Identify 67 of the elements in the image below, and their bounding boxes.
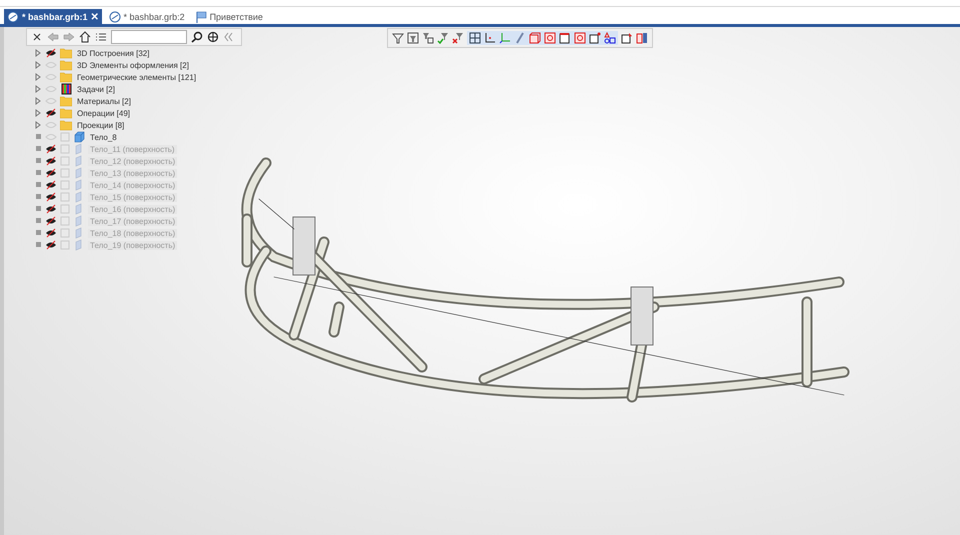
hidden-eye-icon (45, 156, 57, 166)
tree-item[interactable]: 3D Элементы оформления [2] (75, 60, 191, 70)
box-outline-icon (60, 155, 70, 167)
hidden-eye-icon (45, 48, 57, 58)
search-icon (191, 31, 203, 43)
cube-icon (73, 131, 85, 143)
box-outline-icon (60, 179, 70, 191)
document-icon (7, 10, 19, 22)
hidden-eye-icon (45, 108, 57, 118)
filter-combo-field[interactable] (111, 30, 187, 44)
document-tab[interactable]: * bashbar.grb:2 (106, 9, 188, 24)
toolbar-icon[interactable] (422, 32, 434, 44)
hidden-eye-icon (45, 204, 57, 214)
tree-item[interactable]: 3D Построения [32] (75, 48, 152, 58)
tree-item[interactable]: Тело_8 (88, 132, 119, 142)
color-cube-icon (60, 83, 72, 95)
toolbar-icon[interactable] (589, 32, 601, 44)
folder-icon (60, 95, 72, 107)
box-outline-icon (60, 215, 70, 227)
home-icon (79, 31, 91, 43)
toolbar-icon[interactable] (407, 32, 419, 44)
hidden-eye-icon (45, 240, 57, 250)
close-icon[interactable]: ✕ (90, 10, 99, 22)
document-tab[interactable]: * bashbar.grb:1 ✕ (4, 9, 102, 24)
toolbar-icon[interactable] (604, 32, 616, 44)
list-icon (95, 31, 107, 43)
box-outline-icon (60, 167, 70, 179)
toolbar-icon[interactable] (559, 32, 571, 44)
box-outline-icon (60, 227, 70, 239)
box-outline-icon (60, 191, 70, 203)
toolbar-icon[interactable] (469, 32, 481, 44)
folder-icon (60, 107, 72, 119)
forward-arrow-icon (63, 31, 75, 43)
toolbar-icon[interactable] (484, 32, 496, 44)
eye-icon (45, 120, 57, 130)
folder-icon (60, 119, 72, 131)
tree-item[interactable]: Материалы [2] (75, 96, 133, 106)
close-icon (31, 31, 43, 43)
flag-icon (194, 10, 207, 22)
eye-icon (45, 60, 57, 70)
collapse-icon (223, 31, 235, 43)
hidden-eye-icon (45, 144, 57, 154)
eye-icon (45, 96, 57, 106)
tree-item[interactable]: Операции [49] (75, 108, 132, 118)
target-icon (207, 31, 219, 43)
hidden-eye-icon (45, 228, 57, 238)
box-outline-icon (60, 143, 70, 155)
folder-icon (60, 71, 72, 83)
document-tab[interactable]: Приветствие (192, 9, 266, 24)
toolbar-icon[interactable] (392, 32, 404, 44)
eye-icon (45, 72, 57, 82)
eye-icon (45, 132, 57, 142)
box-outline-icon (60, 203, 70, 215)
box-outline-icon (60, 131, 70, 143)
tree-item[interactable]: Геометрические элементы [121] (75, 72, 198, 82)
hidden-eye-icon (45, 180, 57, 190)
tree-item[interactable]: Проекции [8] (75, 120, 126, 130)
folder-icon (60, 59, 72, 71)
hidden-eye-icon (45, 168, 57, 178)
toolbar-icon[interactable] (621, 32, 633, 44)
box-outline-icon (60, 239, 70, 251)
hidden-eye-icon (45, 192, 57, 202)
tree-item[interactable]: Задачи [2] (75, 84, 117, 94)
eye-icon (45, 84, 57, 94)
hidden-eye-icon (45, 216, 57, 226)
document-icon (108, 10, 121, 22)
back-arrow-icon (47, 31, 59, 43)
